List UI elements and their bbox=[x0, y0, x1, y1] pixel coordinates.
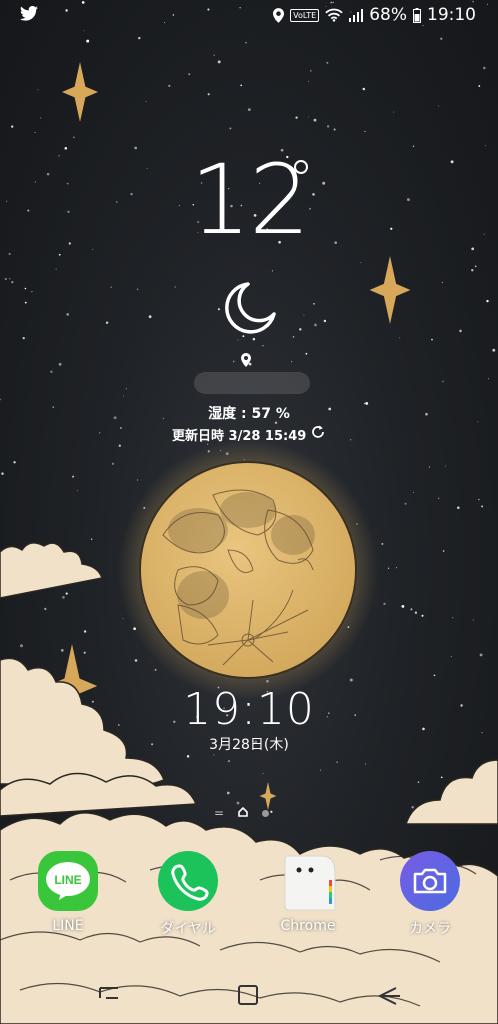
line-icon: LINE bbox=[37, 850, 99, 912]
crescent-moon-icon bbox=[218, 278, 278, 342]
app-chrome[interactable]: Chrome bbox=[268, 850, 348, 934]
status-bar: VoLTE 68% 19:10 bbox=[0, 0, 498, 30]
home-page-icon bbox=[238, 806, 248, 820]
weather-updated: 更新日時 3/28 15:49 bbox=[172, 424, 326, 444]
app-line[interactable]: LINE LINE bbox=[28, 850, 108, 934]
battery-icon bbox=[413, 7, 421, 23]
app-label: ダイヤル bbox=[160, 921, 216, 937]
weather-humidity: 湿度 : 57 % bbox=[208, 406, 290, 422]
home-button[interactable] bbox=[238, 985, 258, 1005]
refresh-icon[interactable] bbox=[310, 424, 326, 444]
status-time: 19:10 bbox=[427, 5, 476, 25]
location-icon bbox=[273, 7, 285, 23]
volte-icon: VoLTE bbox=[290, 8, 320, 22]
app-camera[interactable]: カメラ bbox=[390, 850, 470, 938]
page-dot bbox=[262, 809, 270, 817]
menu-lines-icon: = bbox=[214, 806, 225, 820]
camera-icon bbox=[399, 850, 461, 912]
clock-date: 3月28日(木) bbox=[209, 737, 289, 753]
app-dialer[interactable]: ダイヤル bbox=[148, 850, 228, 938]
page-indicator: = bbox=[214, 806, 270, 820]
chrome-ghost-icon bbox=[277, 850, 339, 912]
wifi-icon bbox=[325, 8, 343, 22]
app-label: Chrome bbox=[280, 918, 336, 934]
weather-updated-text: 更新日時 3/28 15:49 bbox=[172, 428, 307, 444]
navigation-bar bbox=[99, 985, 400, 1005]
phone-icon bbox=[157, 850, 219, 912]
line-icon-text: LINE bbox=[54, 873, 81, 887]
degree-symbol bbox=[294, 160, 308, 174]
recent-apps-button[interactable] bbox=[99, 987, 118, 999]
app-label: カメラ bbox=[409, 921, 451, 937]
battery-percent: 68% bbox=[369, 5, 407, 25]
clock-time[interactable]: 19:10 bbox=[0, 684, 498, 735]
twitter-icon bbox=[20, 5, 38, 25]
weather-temperature: 12 bbox=[190, 144, 310, 256]
location-name-placeholder[interactable] bbox=[194, 372, 310, 394]
signal-icon bbox=[349, 8, 364, 22]
app-label: LINE bbox=[52, 918, 84, 934]
back-button[interactable] bbox=[377, 987, 400, 1005]
location-pin-icon bbox=[240, 352, 252, 371]
